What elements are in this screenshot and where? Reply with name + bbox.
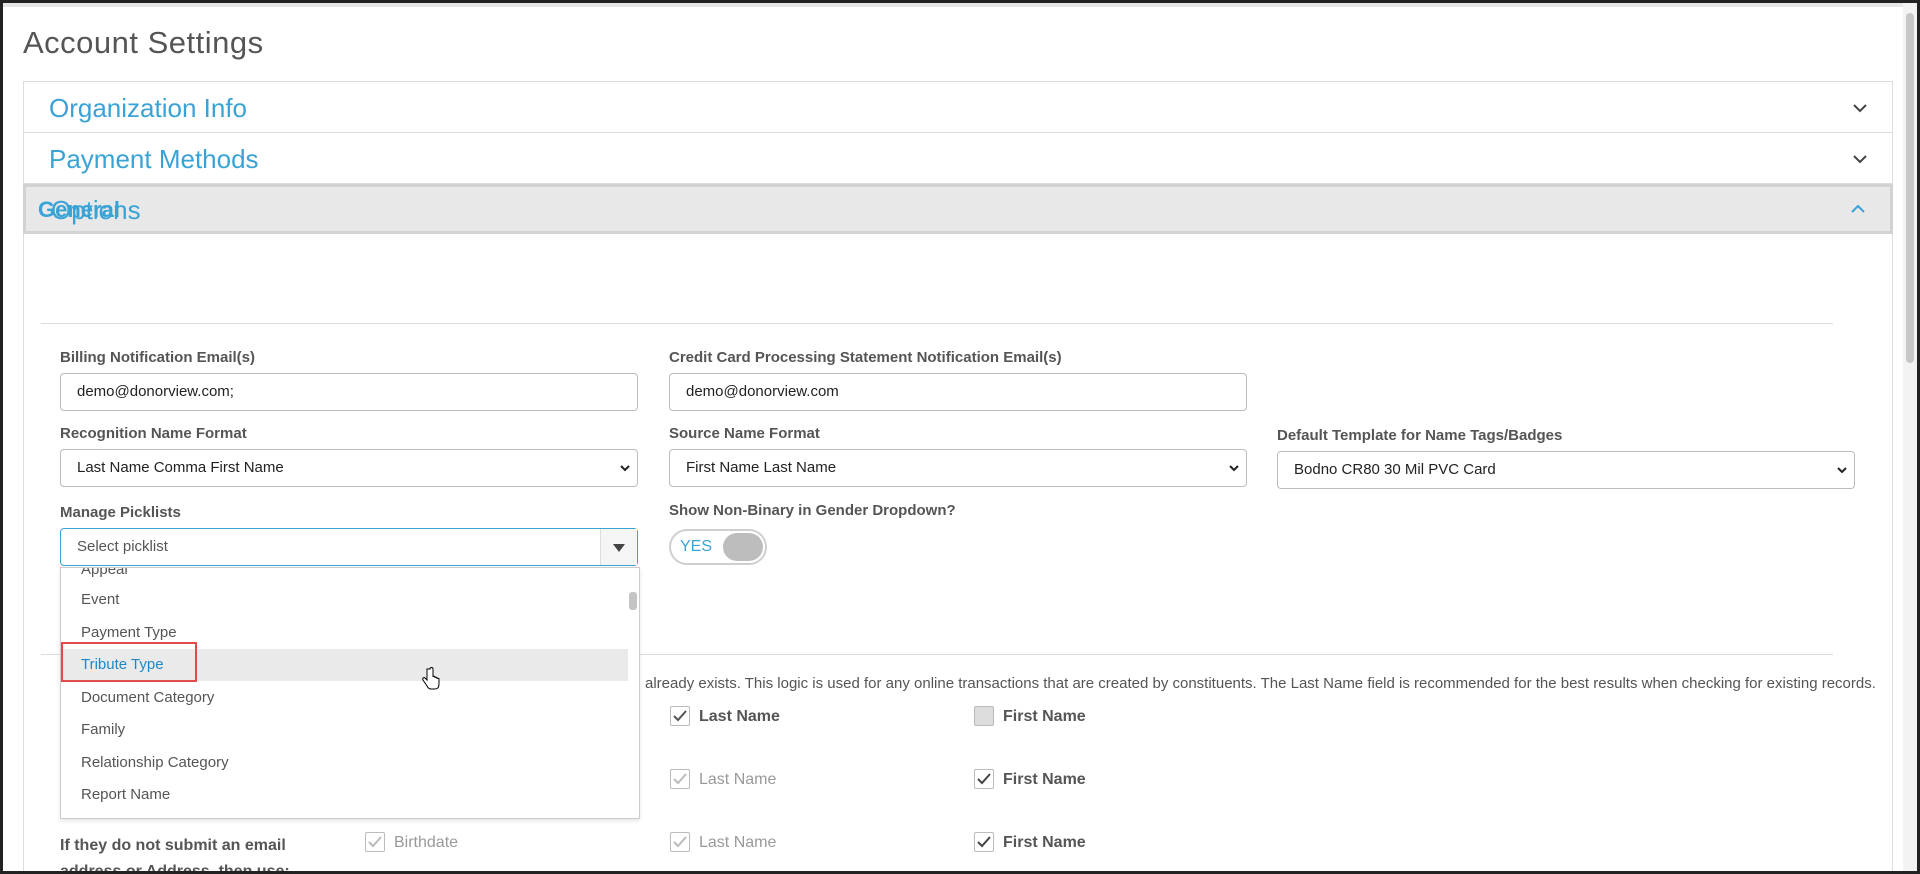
chevron-up-icon: [1851, 204, 1865, 213]
dropdown-option[interactable]: Document Category: [61, 682, 628, 714]
template-value: Bodno CR80 30 Mil PVC Card: [1294, 461, 1496, 478]
checkmark-icon: [673, 773, 687, 785]
row3-first-name-checkbox[interactable]: [974, 832, 994, 852]
chevron-down-icon: [1853, 104, 1867, 113]
picklist-dropdown: Appeal Event Payment Type Tribute Type D…: [60, 567, 640, 819]
dropdown-option[interactable]: Family: [61, 714, 628, 746]
billing-email-label: Billing Notification Email(s): [60, 349, 256, 366]
picklists-label: Manage Picklists: [60, 504, 181, 521]
cc-statement-email-input[interactable]: demo@donorview.com: [669, 373, 1247, 411]
section-options[interactable]: Options: [23, 184, 1893, 234]
highlight-box: [61, 642, 197, 682]
general-heading: General: [38, 197, 120, 222]
row1-last-name-checkbox[interactable]: [670, 706, 690, 726]
row3-last-name-checkbox[interactable]: [670, 832, 690, 852]
hand-cursor-icon: [422, 667, 440, 690]
recognition-format-label: Recognition Name Format: [60, 425, 247, 442]
cc-statement-email-label: Credit Card Processing Statement Notific…: [669, 349, 1062, 366]
row2-first-name-checkbox[interactable]: [974, 769, 994, 789]
top-strip: [3, 3, 1903, 7]
row1-last-name-label: Last Name: [699, 708, 780, 725]
template-select[interactable]: Bodno CR80 30 Mil PVC Card: [1277, 451, 1855, 489]
chevron-down-icon: [1229, 465, 1239, 472]
source-format-value: First Name Last Name: [686, 459, 837, 476]
matching-description: already exists. This logic is used for a…: [645, 675, 1876, 692]
row2-last-name-label: Last Name: [699, 771, 777, 788]
section-title: Payment Methods: [49, 144, 259, 174]
row3-birthdate-checkbox[interactable]: [365, 832, 385, 852]
row2-first-name-label: First Name: [1003, 771, 1086, 788]
non-binary-label: Show Non-Binary in Gender Dropdown?: [669, 502, 956, 519]
row1-first-name-label: First Name: [1003, 708, 1086, 725]
fallback-match-label: If they do not submit an email address o…: [60, 837, 290, 874]
page-scrollbar[interactable]: [1903, 3, 1917, 871]
dropdown-option[interactable]: Relationship Category: [61, 747, 628, 779]
dropdown-option[interactable]: Report Name: [61, 779, 628, 811]
billing-email-input[interactable]: demo@donorview.com;: [60, 373, 638, 411]
row3-birthdate-label: Birthdate: [394, 834, 459, 851]
chevron-down-icon: [1837, 467, 1847, 474]
row2-last-name-checkbox[interactable]: [670, 769, 690, 789]
section-payment-methods[interactable]: Payment Methods: [24, 133, 1892, 184]
section-title: Organization Info: [49, 93, 248, 123]
checkmark-icon: [673, 710, 687, 722]
row3-last-name-label: Last Name: [699, 834, 777, 851]
page-title: Account Settings: [23, 25, 264, 60]
browser-frame: Account Settings Organization Info Payme…: [0, 0, 1920, 874]
non-binary-toggle[interactable]: YES: [669, 529, 767, 565]
picklist-select[interactable]: Select picklist: [60, 528, 638, 566]
source-format-select[interactable]: First Name Last Name: [669, 449, 1247, 487]
chevron-down-icon: [620, 465, 630, 472]
row3-first-name-label: First Name: [1003, 834, 1086, 851]
chevron-down-icon: [1853, 155, 1867, 164]
section-organization-info[interactable]: Organization Info: [24, 82, 1892, 133]
recognition-format-value: Last Name Comma First Name: [77, 459, 284, 476]
toggle-text: YES: [680, 538, 713, 555]
row1-first-name-checkbox[interactable]: [974, 706, 994, 726]
toggle-knob: [723, 533, 763, 561]
picklist-placeholder: Select picklist: [77, 538, 168, 555]
checkmark-icon: [673, 836, 687, 848]
source-format-label: Source Name Format: [669, 425, 820, 442]
page-scrollbar-thumb[interactable]: [1906, 13, 1914, 363]
checkmark-icon: [977, 836, 991, 848]
template-label: Default Template for Name Tags/Badges: [1277, 427, 1563, 444]
dropdown-option[interactable]: Event: [61, 584, 628, 616]
checkmark-icon: [368, 836, 382, 848]
general-divider: [41, 323, 1833, 324]
dropdown-scrollbar-thumb[interactable]: [629, 592, 637, 610]
checkmark-icon: [977, 773, 991, 785]
picklist-toggle-button[interactable]: [600, 529, 637, 565]
recognition-format-select[interactable]: Last Name Comma First Name: [60, 449, 638, 487]
